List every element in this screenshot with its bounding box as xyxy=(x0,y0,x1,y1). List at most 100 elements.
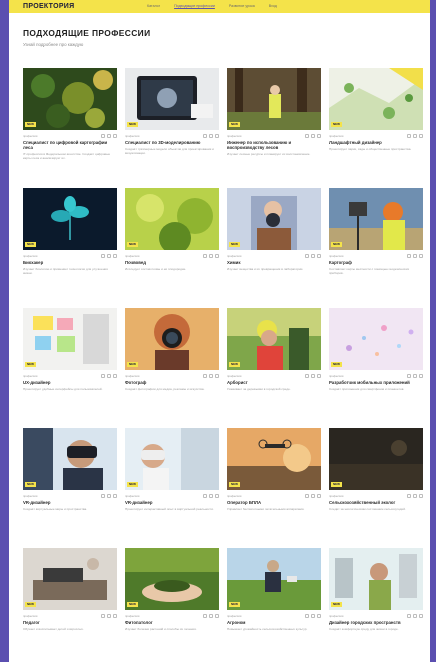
bookmark-icon[interactable] xyxy=(107,493,111,498)
bookmark-icon[interactable] xyxy=(311,373,315,378)
profession-card[interactable]: NEW профессия Дизайнер городских пространс… xyxy=(329,548,423,662)
profession-name[interactable]: UX-дизайнер xyxy=(23,380,117,385)
share-icon[interactable] xyxy=(305,253,309,258)
profession-image[interactable]: NEW xyxy=(227,308,321,370)
profession-card[interactable]: NEW профессия Педагог Обучает и воспитывает… xyxy=(23,548,117,662)
bookmark-icon[interactable] xyxy=(107,253,111,258)
share-icon[interactable] xyxy=(305,613,309,618)
profession-image[interactable]: NEW xyxy=(329,188,423,250)
profession-name[interactable]: Педагог xyxy=(23,620,117,625)
bookmark-icon[interactable] xyxy=(413,133,417,138)
profession-card[interactable]: NEW профессия Фитопатолог Изучает болезни р… xyxy=(125,548,219,662)
bookmark-icon[interactable] xyxy=(209,613,213,618)
profession-card[interactable]: NEW профессия Специалист по цифровой карто… xyxy=(23,68,117,188)
profession-image[interactable]: NEW xyxy=(125,68,219,130)
like-icon[interactable] xyxy=(215,253,219,258)
share-icon[interactable] xyxy=(407,253,411,258)
bookmark-icon[interactable] xyxy=(107,373,111,378)
profession-card[interactable]: NEW профессия Ландшафтный дизайнер Проектир… xyxy=(329,68,423,188)
profession-image[interactable]: NEW xyxy=(125,428,219,490)
profession-image[interactable]: NEW xyxy=(23,188,117,250)
like-icon[interactable] xyxy=(317,133,321,138)
profession-name[interactable]: Оператор БПЛА xyxy=(227,500,321,505)
profession-image[interactable]: NEW xyxy=(227,548,321,610)
bookmark-icon[interactable] xyxy=(209,373,213,378)
share-icon[interactable] xyxy=(407,613,411,618)
profession-name[interactable]: Химик xyxy=(227,260,321,265)
share-icon[interactable] xyxy=(203,613,207,618)
nav-item-0[interactable]: Каталог xyxy=(147,3,160,9)
profession-card[interactable]: NEW профессия VR-дизайнер Создаёт виртуальн… xyxy=(23,428,117,548)
profession-name[interactable]: Дизайнер городских пространств xyxy=(329,620,423,625)
nav-item-3[interactable]: Вход xyxy=(269,3,277,9)
bookmark-icon[interactable] xyxy=(413,253,417,258)
like-icon[interactable] xyxy=(419,133,423,138)
share-icon[interactable] xyxy=(203,493,207,498)
bookmark-icon[interactable] xyxy=(311,253,315,258)
like-icon[interactable] xyxy=(317,493,321,498)
bookmark-icon[interactable] xyxy=(107,133,111,138)
share-icon[interactable] xyxy=(203,373,207,378)
share-icon[interactable] xyxy=(101,493,105,498)
bookmark-icon[interactable] xyxy=(209,493,213,498)
profession-name[interactable]: VR-дизайнер xyxy=(125,500,219,505)
like-icon[interactable] xyxy=(113,613,117,618)
profession-card[interactable]: NEW профессия Почвовед Исследует состав поч… xyxy=(125,188,219,308)
like-icon[interactable] xyxy=(215,613,219,618)
profession-card[interactable]: NEW профессия Фотограф Создаёт фотографии д… xyxy=(125,308,219,428)
profession-card[interactable]: NEW профессия VR-дизайнер Проектирует интер… xyxy=(125,428,219,548)
bookmark-icon[interactable] xyxy=(209,133,213,138)
profession-image[interactable]: NEW xyxy=(329,428,423,490)
profession-name[interactable]: Фитопатолог xyxy=(125,620,219,625)
profession-name[interactable]: VR-дизайнер xyxy=(23,500,117,505)
bookmark-icon[interactable] xyxy=(209,253,213,258)
profession-name[interactable]: Инженер по использованию и воспроизводст… xyxy=(227,140,321,150)
profession-image[interactable]: NEW xyxy=(125,188,219,250)
profession-name[interactable]: Сельскохозяйственный эколог xyxy=(329,500,423,505)
share-icon[interactable] xyxy=(407,493,411,498)
profession-card[interactable]: NEW профессия Химик Изучает вещества и их п… xyxy=(227,188,321,308)
profession-image[interactable]: NEW xyxy=(329,548,423,610)
profession-name[interactable]: Агроном xyxy=(227,620,321,625)
profession-card[interactable]: NEW профессия Агроном Повышает урожайность … xyxy=(227,548,321,662)
profession-image[interactable]: NEW xyxy=(227,188,321,250)
share-icon[interactable] xyxy=(101,373,105,378)
bookmark-icon[interactable] xyxy=(413,613,417,618)
like-icon[interactable] xyxy=(419,253,423,258)
nav-item-1[interactable]: Подходящие профессии xyxy=(174,3,215,9)
profession-name[interactable]: Арборист xyxy=(227,380,321,385)
profession-image[interactable]: NEW xyxy=(227,428,321,490)
like-icon[interactable] xyxy=(317,373,321,378)
profession-card[interactable]: NEW профессия Арборист Ухаживает за деревья… xyxy=(227,308,321,428)
like-icon[interactable] xyxy=(113,493,117,498)
profession-name[interactable]: Специалист по цифровой картографии леса xyxy=(23,140,117,150)
like-icon[interactable] xyxy=(113,373,117,378)
bookmark-icon[interactable] xyxy=(413,373,417,378)
share-icon[interactable] xyxy=(101,133,105,138)
like-icon[interactable] xyxy=(419,373,423,378)
profession-image[interactable]: NEW xyxy=(125,308,219,370)
profession-name[interactable]: Биохакер xyxy=(23,260,117,265)
profession-name[interactable]: Картограф xyxy=(329,260,423,265)
profession-card[interactable]: NEW профессия Специалист по 3D-моделирован… xyxy=(125,68,219,188)
profession-name[interactable]: Специалист по 3D-моделированию xyxy=(125,140,219,145)
share-icon[interactable] xyxy=(305,373,309,378)
profession-image[interactable]: NEW xyxy=(329,308,423,370)
bookmark-icon[interactable] xyxy=(413,493,417,498)
site-logo[interactable]: ПРОЕКТОРИЯ xyxy=(23,2,74,11)
profession-card[interactable]: NEW профессия Инженер по использованию и в… xyxy=(227,68,321,188)
profession-name[interactable]: Ландшафтный дизайнер xyxy=(329,140,423,145)
profession-name[interactable]: Фотограф xyxy=(125,380,219,385)
profession-card[interactable]: NEW профессия Оператор БПЛА Управляет беспи… xyxy=(227,428,321,548)
share-icon[interactable] xyxy=(203,133,207,138)
like-icon[interactable] xyxy=(215,133,219,138)
like-icon[interactable] xyxy=(113,133,117,138)
profession-name[interactable]: Почвовед xyxy=(125,260,219,265)
bookmark-icon[interactable] xyxy=(107,613,111,618)
nav-item-2[interactable]: Развитие урока xyxy=(229,3,255,9)
profession-card[interactable]: NEW профессия Сельскохозяйственный эколог С… xyxy=(329,428,423,548)
bookmark-icon[interactable] xyxy=(311,613,315,618)
profession-card[interactable]: NEW профессия Картограф Составляет карты ме… xyxy=(329,188,423,308)
bookmark-icon[interactable] xyxy=(311,493,315,498)
share-icon[interactable] xyxy=(305,133,309,138)
